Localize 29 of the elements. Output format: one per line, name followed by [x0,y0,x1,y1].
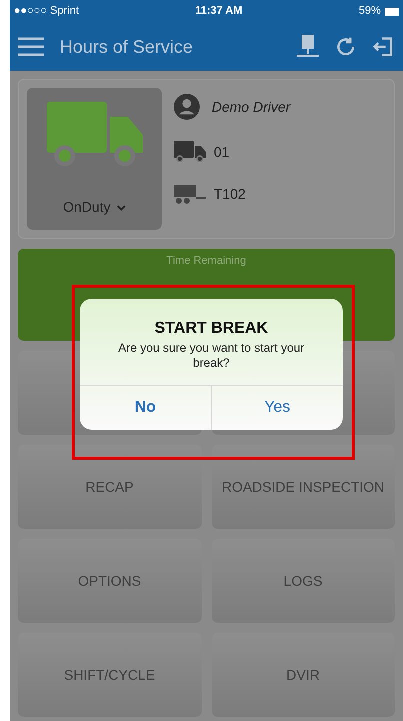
carrier-label: ●●○○○ Sprint [14,4,80,20]
battery-icon [385,8,399,16]
menu-button[interactable]: OPTIONS [18,539,202,623]
refresh-icon[interactable] [335,36,357,58]
chevron-down-icon [116,204,126,210]
trailer-icon [174,184,206,204]
truck-icon [174,140,206,164]
menu-button[interactable]: DVIR [212,633,395,717]
dialog-button[interactable]: No [80,386,212,430]
menu-button[interactable]: RECAP [18,445,202,529]
person-icon [174,94,200,120]
trailer-number: T102 [214,185,246,204]
menu-button[interactable]: ROADSIDE INSPECTION [212,445,395,529]
status-tile[interactable]: OnDuty [27,88,162,230]
driver-name: Demo Driver [212,98,291,116]
truck-number: 01 [214,142,230,162]
menu-icon[interactable] [18,37,44,57]
dialog-button[interactable]: Yes [212,386,343,430]
duty-status-dropdown[interactable]: OnDuty [63,197,126,218]
dialog-title: START BREAK [154,319,268,339]
timer-label: Time Remaining [166,254,246,269]
menu-button[interactable]: SHIFT/CYCLE [18,633,202,717]
network-icon[interactable] [297,35,319,59]
clock-label: 11:37 AM [195,4,243,20]
logout-icon[interactable] [373,35,395,59]
page-title: Hours of Service [60,36,194,58]
battery-label: 59% [358,4,381,20]
menu-button[interactable]: LOGS [212,539,395,623]
dialog-message: Are you sure you want to start your break? [117,341,306,371]
